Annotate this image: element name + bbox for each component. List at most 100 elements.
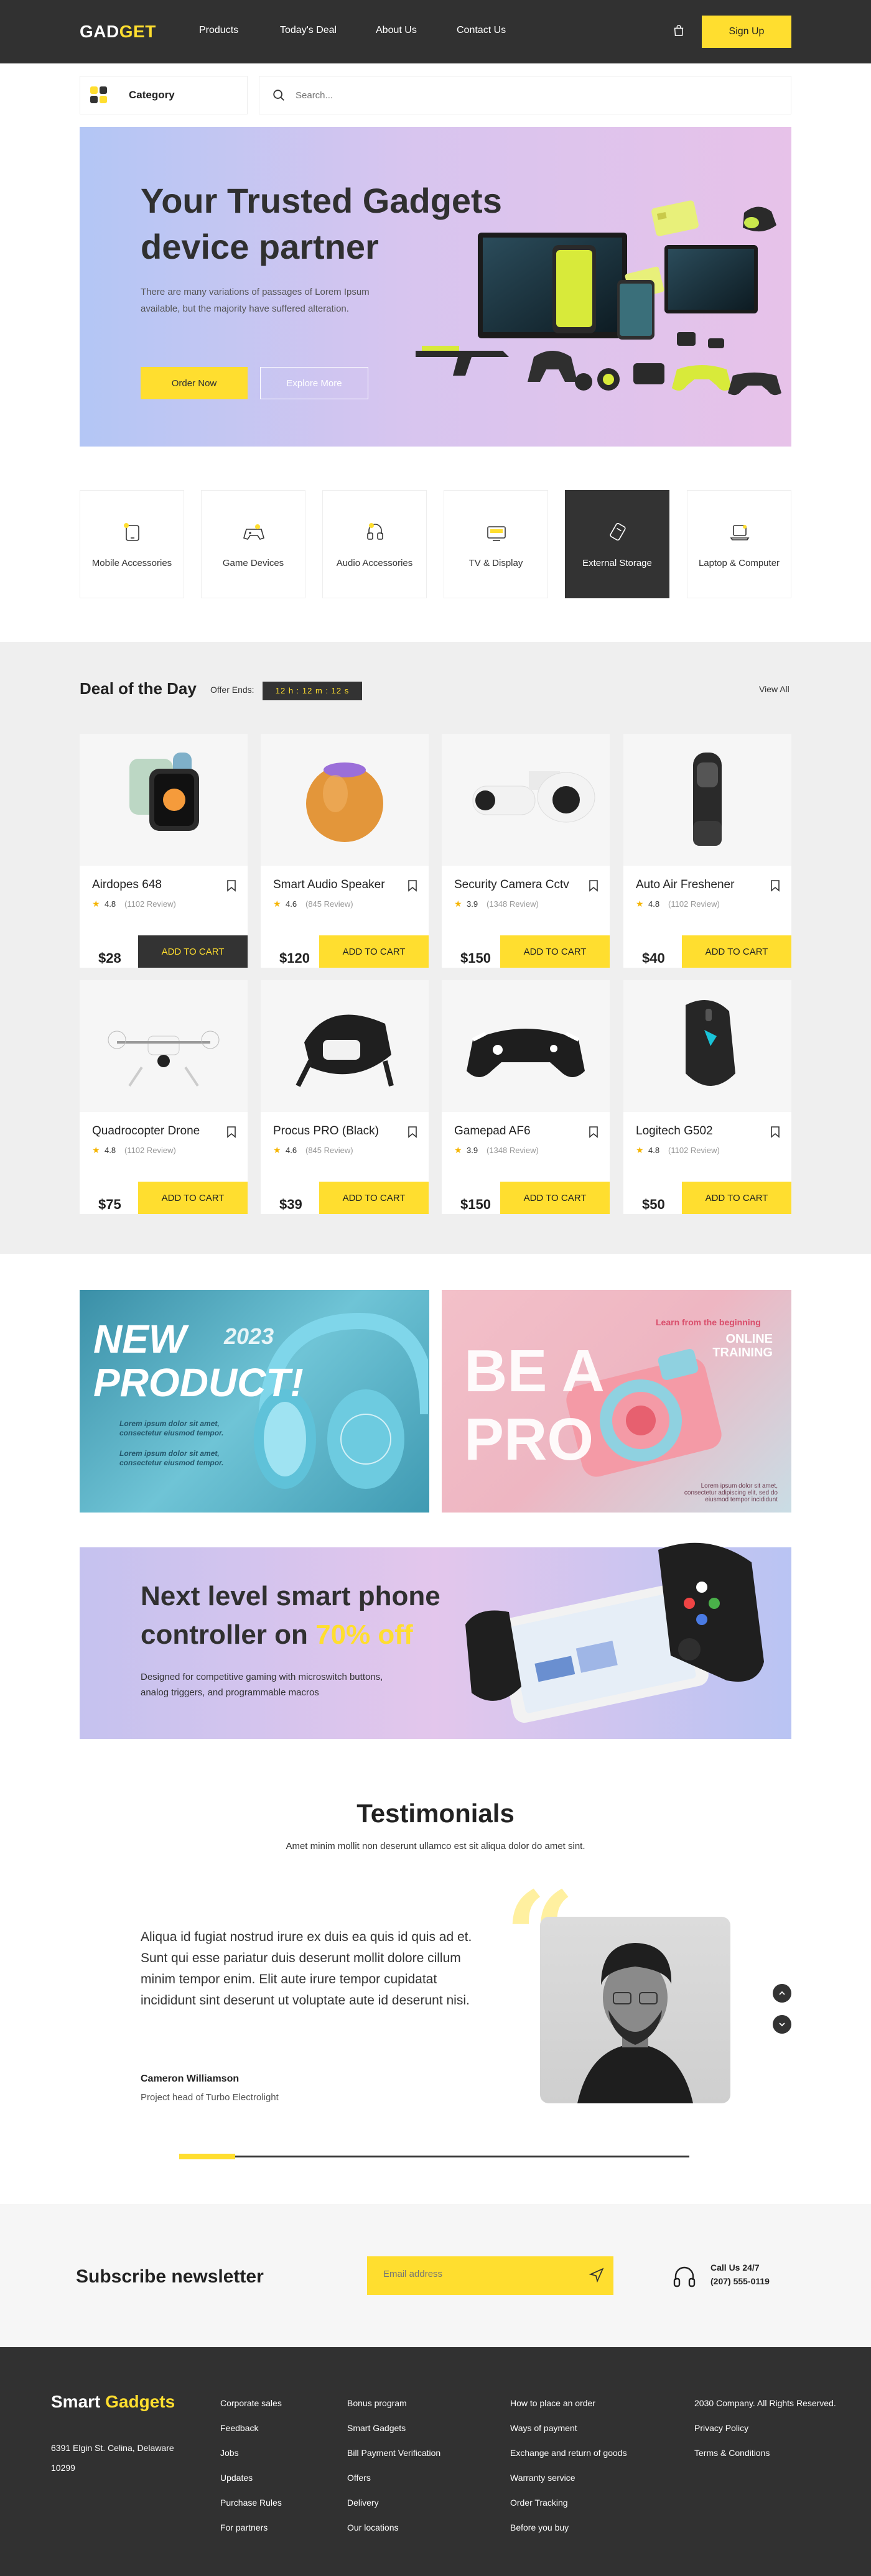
category-cards: Mobile Accessories Game Devices Audio Ac… (80, 490, 791, 598)
product-price: $50 (642, 1197, 665, 1212)
product-image[interactable] (442, 734, 610, 866)
category-card-game-devices[interactable]: Game Devices (201, 490, 305, 598)
testimonial-next-button[interactable] (773, 2015, 791, 2034)
search-icon[interactable] (272, 88, 286, 102)
nav-link-contact-us[interactable]: Contact Us (457, 25, 506, 36)
nav-link-about-us[interactable]: About Us (376, 25, 417, 36)
category-card-tv-display[interactable]: TV & Display (444, 490, 548, 598)
product-image[interactable] (261, 980, 429, 1112)
footer-link[interactable]: Exchange and return of goods (510, 2447, 627, 2459)
be-a-pro-banner[interactable]: BE A PRO Learn from the beginning ONLINE T… (442, 1290, 791, 1513)
product-name[interactable]: Logitech G502 (636, 1124, 713, 1138)
bookmark-icon[interactable] (770, 879, 780, 892)
testimonial-author-photo (540, 1917, 730, 2103)
footer-link[interactable]: Bonus program (347, 2397, 440, 2409)
product-name[interactable]: Auto Air Freshener (636, 878, 734, 892)
footer-link[interactable]: Before you buy (510, 2521, 627, 2534)
bookmark-icon[interactable] (589, 879, 599, 892)
footer-link[interactable]: Ways of payment (510, 2422, 627, 2434)
product-name[interactable]: Airdopes 648 (92, 878, 162, 892)
new-product-banner[interactable]: NEW PRODUCT! 2023 Lorem ipsum dolor sit a… (80, 1290, 429, 1513)
bookmark-icon[interactable] (589, 1126, 599, 1138)
testimonial-progress-track[interactable] (179, 2154, 689, 2159)
footer-link[interactable]: Smart Gadgets (347, 2422, 440, 2434)
category-dropdown[interactable]: Category (80, 76, 248, 114)
product-image[interactable] (80, 734, 248, 866)
product-card[interactable]: Security Camera Cctv ★ 3.9 (1348 Review) $15… (442, 734, 610, 968)
bookmark-icon[interactable] (770, 1126, 780, 1138)
product-name[interactable]: Smart Audio Speaker (273, 878, 385, 892)
footer-link[interactable]: For partners (220, 2521, 282, 2534)
order-now-button[interactable]: Order Now (141, 367, 248, 399)
bookmark-icon[interactable] (226, 879, 236, 892)
footer-link[interactable]: Feedback (220, 2422, 282, 2434)
product-name[interactable]: Procus PRO (Black) (273, 1124, 379, 1138)
bookmark-icon[interactable] (408, 879, 417, 892)
product-image[interactable] (442, 980, 610, 1112)
add-to-cart-button[interactable]: ADD TO CART (319, 935, 429, 968)
nav-link-products[interactable]: Products (199, 25, 238, 36)
product-rating: 4.8 (105, 1146, 116, 1155)
product-name[interactable]: Security Camera Cctv (454, 878, 569, 892)
category-card-mobile-accessories[interactable]: Mobile Accessories (80, 490, 184, 598)
call-phone[interactable]: (207) 555-0119 (710, 2276, 770, 2286)
add-to-cart-button[interactable]: ADD TO CART (138, 1182, 248, 1214)
footer-link[interactable]: Purchase Rules (220, 2496, 282, 2509)
product-name[interactable]: Gamepad AF6 (454, 1124, 531, 1138)
product-image[interactable] (261, 734, 429, 866)
product-card[interactable]: Procus PRO (Black) ★ 4.6 (845 Review) $39 ADD… (261, 980, 429, 1214)
footer-link[interactable]: Jobs (220, 2447, 282, 2459)
product-card[interactable]: Airdopes 648 ★ 4.8 (1102 Review) $28 ADD TO C… (80, 734, 248, 968)
footer-link[interactable]: Bill Payment Verification (347, 2447, 440, 2459)
footer-link[interactable]: Our locations (347, 2521, 440, 2534)
product-name[interactable]: Quadrocopter Drone (92, 1124, 200, 1138)
footer-brand[interactable]: Smart Gadgets (51, 2392, 175, 2412)
bookmark-icon[interactable] (408, 1126, 417, 1138)
product-card[interactable]: Gamepad AF6 ★ 3.9 (1348 Review) $150 ADD TO C… (442, 980, 610, 1214)
product-image[interactable] (623, 980, 791, 1112)
search-input[interactable] (296, 90, 731, 101)
footer-link[interactable]: Offers (347, 2472, 440, 2484)
be-a-pro-learn: Learn from the beginning (656, 1317, 761, 1327)
footer-link[interactable]: Corporate sales (220, 2397, 282, 2409)
explore-more-button[interactable]: Explore More (260, 367, 368, 399)
add-to-cart-button[interactable]: ADD TO CART (682, 935, 791, 968)
footer-link[interactable]: Terms & Conditions (694, 2447, 836, 2459)
add-to-cart-button[interactable]: ADD TO CART (500, 1182, 610, 1214)
newsletter-email-box (367, 2256, 613, 2295)
category-card-laptop-computer[interactable]: Laptop & Computer (687, 490, 791, 598)
logo[interactable]: GADGET (80, 22, 156, 42)
footer-link[interactable]: Updates (220, 2472, 282, 2484)
testimonial-prev-button[interactable] (773, 1984, 791, 2003)
add-to-cart-button[interactable]: ADD TO CART (319, 1182, 429, 1214)
laptop-icon (730, 525, 750, 540)
newsletter-email-input[interactable] (383, 2269, 570, 2279)
product-image[interactable] (80, 980, 248, 1112)
footer-link[interactable]: How to place an order (510, 2397, 627, 2409)
controller-promo-banner[interactable]: Next level smart phone controller on 70%… (80, 1542, 791, 1739)
signup-button[interactable]: Sign Up (702, 16, 791, 48)
bookmark-icon[interactable] (226, 1126, 236, 1138)
product-image[interactable] (623, 734, 791, 866)
add-to-cart-button[interactable]: ADD TO CART (500, 935, 610, 968)
add-to-cart-button[interactable]: ADD TO CART (682, 1182, 791, 1214)
category-card-audio-accessories[interactable]: Audio Accessories (322, 490, 427, 598)
testimonial-author-name: Cameron Williamson (141, 2073, 240, 2084)
shopping-bag-icon[interactable] (672, 24, 686, 37)
footer-link[interactable]: Order Tracking (510, 2496, 627, 2509)
newsletter-submit-button[interactable] (587, 2266, 606, 2285)
product-card[interactable]: Logitech G502 ★ 4.8 (1102 Review) $50 ADD TO … (623, 980, 791, 1214)
category-card-external-storage[interactable]: External Storage (565, 490, 669, 598)
nav-link-todays-deal[interactable]: Today's Deal (280, 25, 337, 36)
footer-link[interactable]: Privacy Policy (694, 2422, 836, 2434)
view-all-link[interactable]: View All (759, 684, 789, 694)
product-price: $40 (642, 950, 665, 966)
product-card[interactable]: Quadrocopter Drone ★ 4.8 (1102 Review) $75 AD… (80, 980, 248, 1214)
footer-link[interactable]: 2030 Company. All Rights Reserved. (694, 2397, 836, 2409)
product-card[interactable]: Smart Audio Speaker ★ 4.6 (845 Review) $120 A… (261, 734, 429, 968)
product-card[interactable]: Auto Air Freshener ★ 4.8 (1102 Review) $40 AD… (623, 734, 791, 968)
footer-link[interactable]: Warranty service (510, 2472, 627, 2484)
footer-link[interactable]: Delivery (347, 2496, 440, 2509)
product-rating: 4.8 (105, 899, 116, 909)
add-to-cart-button[interactable]: ADD TO CART (138, 935, 248, 968)
